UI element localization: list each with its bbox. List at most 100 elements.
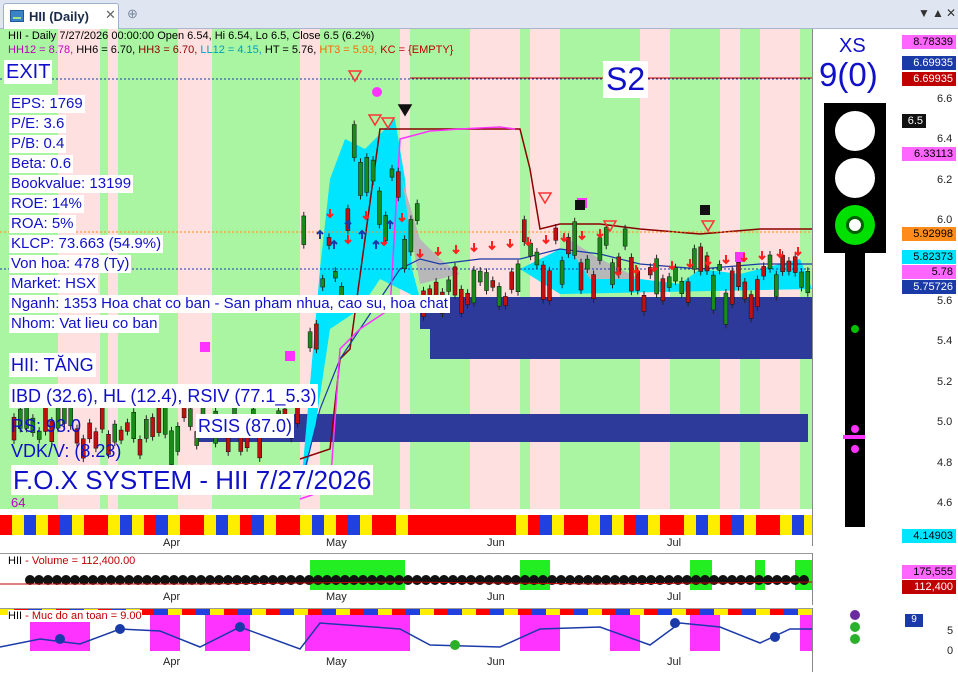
trend-status: HII: TĂNG xyxy=(9,353,96,377)
close-tab-icon[interactable]: ✕ xyxy=(105,7,116,23)
signal-dot-pink-2 xyxy=(851,445,859,453)
safety-strip xyxy=(644,609,658,615)
candle-body xyxy=(225,437,231,453)
candle-body xyxy=(351,124,357,158)
price-tag: 5.75726 xyxy=(902,280,956,294)
safe-month-jul: Jul xyxy=(667,656,682,668)
signal-strip-cell xyxy=(156,515,168,535)
candle-body xyxy=(717,264,722,271)
black-square xyxy=(575,200,585,210)
month-label-jul: Jul xyxy=(667,537,682,549)
candle-body xyxy=(396,171,401,198)
traffic-light xyxy=(824,103,886,253)
price-tick: 5.4 xyxy=(937,335,953,348)
signal-strip-cell xyxy=(684,515,696,535)
signal-strip-cell xyxy=(768,515,780,535)
candle-body xyxy=(333,270,338,279)
signal-strip-cell xyxy=(792,515,804,535)
signal-strip-cell xyxy=(252,515,264,535)
signal-strip-cell xyxy=(420,515,432,535)
safety-strip xyxy=(210,609,224,615)
volume-symbol: HII xyxy=(8,555,23,567)
candle-body xyxy=(314,323,319,350)
candle-body xyxy=(87,422,92,440)
signal-strip-cell xyxy=(96,515,108,535)
signal-strip-cell xyxy=(732,515,744,535)
signal-bar xyxy=(843,253,865,527)
safety-marker xyxy=(450,640,460,650)
safety-strip xyxy=(224,609,238,615)
price-chart[interactable]: HII - Daily 7/27/2026 00:00:00 Open 6.54… xyxy=(0,29,812,535)
volume-highlight xyxy=(755,560,765,590)
signal-strip-cell xyxy=(720,515,732,535)
candle-body xyxy=(150,417,155,437)
safety-strip xyxy=(574,609,588,615)
price-tag: 5.92998 xyxy=(902,227,956,241)
safety-marker xyxy=(55,634,65,644)
signal-strip-cell xyxy=(468,515,480,535)
scroll-up-icon[interactable]: ▲ xyxy=(932,6,944,20)
candle-body xyxy=(610,262,615,285)
signal-strip-cell xyxy=(264,515,276,535)
candle-body xyxy=(774,274,779,297)
safety-dot-green xyxy=(850,622,860,632)
volume-dot xyxy=(331,575,341,585)
volume-dot xyxy=(457,575,467,585)
candle-body xyxy=(471,269,477,304)
light-bottom xyxy=(835,205,875,245)
price-tick: 5.0 xyxy=(937,416,953,429)
fundamental-item: Nganh: 1353 Hoa chat co ban - San pham n… xyxy=(9,295,450,313)
candle-body xyxy=(742,281,748,300)
signal-strip-cell xyxy=(12,515,24,535)
volume-highlight xyxy=(520,560,550,590)
candle-body xyxy=(603,227,609,246)
safety-strip xyxy=(672,609,686,615)
signal-strip-cell xyxy=(360,515,372,535)
volume-chart[interactable]: HII - Volume = 112,400.00 Apr May Jun Ju… xyxy=(0,553,812,605)
safety-strip xyxy=(196,609,210,615)
xs-label: XS xyxy=(839,35,866,57)
fundamental-item: ROE: 14% xyxy=(9,195,84,213)
candle-body xyxy=(496,286,502,307)
candle-body xyxy=(377,190,382,225)
signal-strip-cell xyxy=(204,515,216,535)
exit-label: EXIT xyxy=(4,60,53,84)
volume-dot xyxy=(718,575,728,585)
candle-body xyxy=(755,279,760,307)
rs-text: RS: 93.0 xyxy=(11,416,82,436)
light-middle xyxy=(835,158,875,198)
volume-dot xyxy=(349,575,359,585)
volume-dot xyxy=(772,575,782,585)
signal-strip-cell xyxy=(444,515,456,535)
candle-body xyxy=(156,404,162,433)
volume-dot xyxy=(304,575,314,585)
safety-strip xyxy=(462,609,476,615)
vol-month-jul: Jul xyxy=(667,591,682,603)
volume-dot xyxy=(421,575,431,585)
fundamental-item: Nhom: Vat lieu co ban xyxy=(9,315,160,333)
volume-dot xyxy=(322,575,332,585)
candle-body xyxy=(559,260,565,285)
chart-tab[interactable]: HII (Daily) ✕ xyxy=(3,3,119,29)
safety-strip xyxy=(518,609,532,615)
add-tab-icon[interactable]: ⊕ xyxy=(127,6,138,22)
price-tick: 6.6 xyxy=(937,93,953,105)
safety-chart[interactable]: HII - Muc do an toan = 9.00 Apr May Jun … xyxy=(0,608,812,672)
volume-dot xyxy=(790,575,800,585)
volume-dot xyxy=(340,575,350,585)
volume-axis xyxy=(812,553,958,605)
safety-strip xyxy=(350,609,364,615)
volume-dot xyxy=(367,575,377,585)
fundamental-item: P/E: 3.6 xyxy=(9,115,67,133)
signal-strip-cell xyxy=(456,515,468,535)
safety-strip xyxy=(280,609,294,615)
safety-dot-purple xyxy=(850,610,860,620)
price-tick: 5.2 xyxy=(937,375,953,388)
candle-body xyxy=(553,227,559,241)
price-tag: 4.14903 xyxy=(902,529,956,543)
candle-body xyxy=(452,266,458,296)
scroll-down-icon[interactable]: ▼ xyxy=(918,6,930,20)
candle-body xyxy=(622,228,628,247)
close-window-icon[interactable]: ✕ xyxy=(946,6,956,20)
candle-body xyxy=(792,256,798,273)
